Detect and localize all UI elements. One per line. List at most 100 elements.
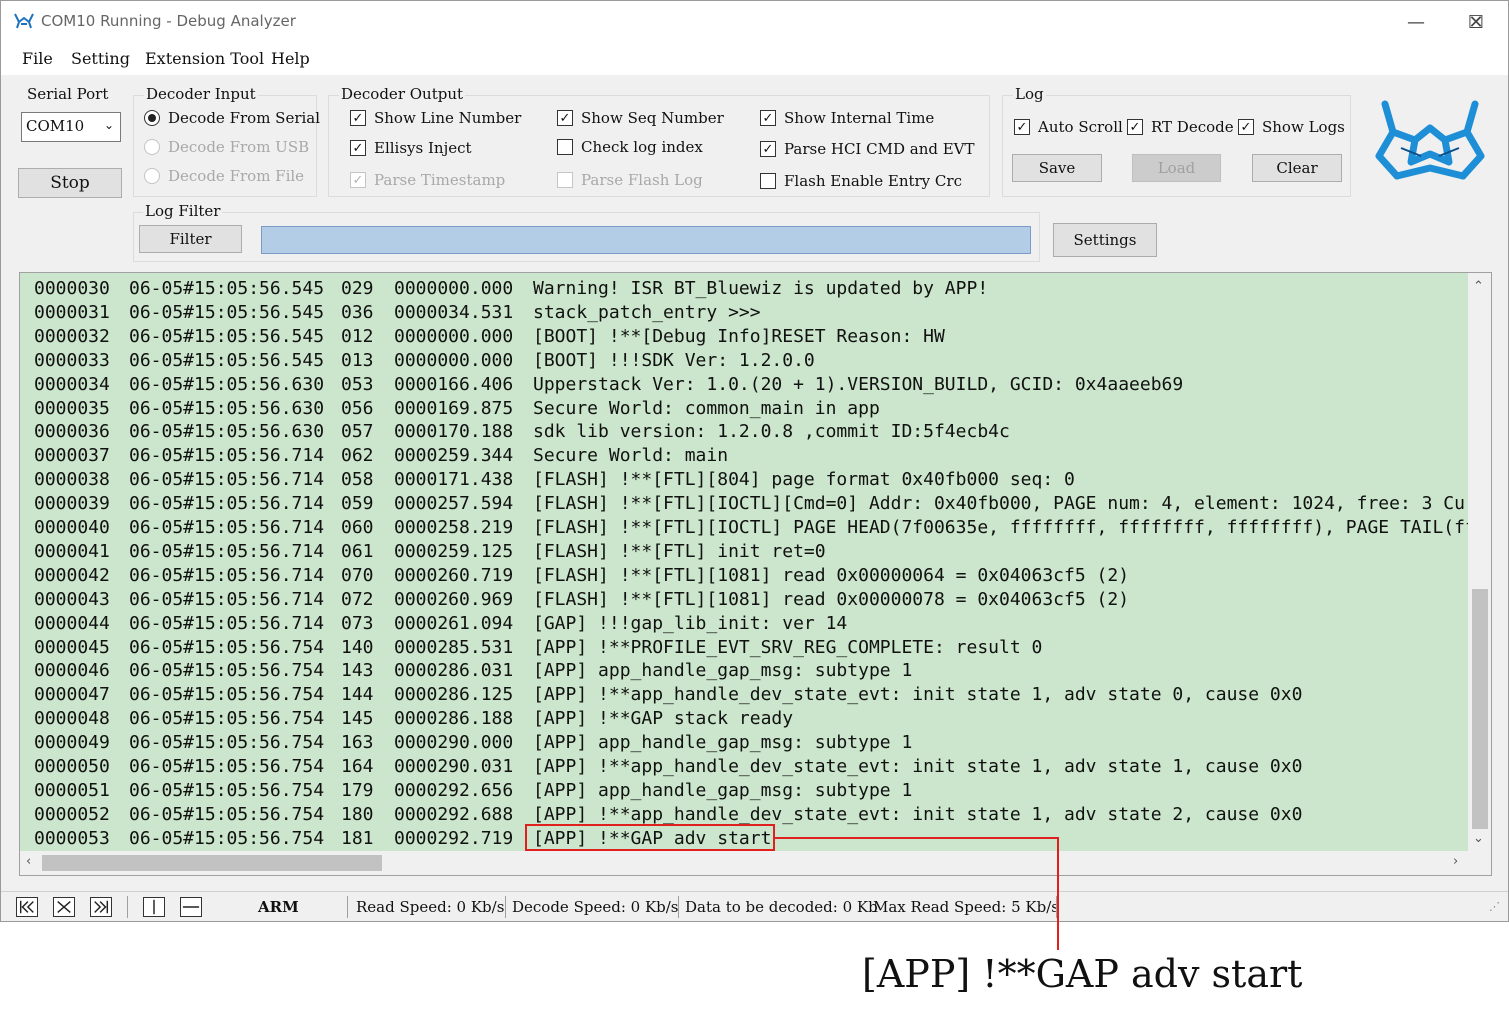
log-row[interactable]: 0000041 06-05#15:05:56.714 061 0000259.125 […: [20, 540, 1469, 564]
serial-port-value: COM10: [26, 117, 85, 135]
log-row[interactable]: 0000032 06-05#15:05:56.545 012 0000000.000 […: [20, 325, 1469, 349]
log-internal-time: 0000260.969: [394, 588, 514, 610]
checkbox-flash-enable-entry-crc[interactable]: Flash Enable Entry Crc: [760, 172, 962, 190]
decoder-output-title: Decoder Output: [339, 85, 466, 103]
radio-decode-from-file[interactable]: Decode From File: [144, 167, 304, 185]
log-line-number: 0000042: [34, 564, 110, 586]
split-vertical-icon[interactable]: [143, 897, 165, 917]
log-row[interactable]: 0000034 06-05#15:05:56.630 053 0000166.406 U…: [20, 373, 1469, 397]
last-page-icon[interactable]: [90, 897, 112, 917]
log-row[interactable]: 0000051 06-05#15:05:56.754 179 0000292.656 […: [20, 779, 1469, 803]
log-seq-number: 164: [341, 756, 374, 777]
log-internal-time: 0000261.094: [394, 612, 514, 634]
log-line-number: 0000050: [34, 756, 110, 777]
minimize-button[interactable]: —: [1386, 1, 1446, 43]
checkbox-rt-decode[interactable]: ✓ RT Decode: [1127, 118, 1234, 136]
highlight-box: [525, 824, 775, 851]
menu-extension-tool[interactable]: Extension Tool: [145, 49, 264, 68]
checkbox-auto-scroll[interactable]: ✓ Auto Scroll: [1014, 118, 1123, 136]
log-row[interactable]: 0000042 06-05#15:05:56.714 070 0000260.719 […: [20, 564, 1469, 588]
checkbox-ellisys-inject[interactable]: ✓ Ellisys Inject: [350, 139, 472, 157]
menu-help[interactable]: Help: [271, 49, 310, 68]
log-timestamp: 06-05#15:05:56.714: [129, 564, 325, 586]
log-row[interactable]: 0000031 06-05#15:05:56.545 036 0000034.531 s…: [20, 301, 1469, 325]
scroll-left-icon[interactable]: ‹: [26, 854, 31, 869]
checkbox-show-logs[interactable]: ✓ Show Logs: [1238, 118, 1345, 136]
close-button[interactable]: ✕: [1446, 1, 1506, 43]
scroll-up-icon[interactable]: ⌃: [1473, 279, 1484, 294]
log-row[interactable]: 0000050 06-05#15:05:56.754 164 0000290.031 […: [20, 755, 1469, 779]
resize-grip-icon[interactable]: ⋰: [1489, 900, 1500, 913]
log-internal-time: 0000292.688: [394, 803, 514, 825]
log-line-number: 0000044: [34, 612, 110, 634]
filter-input[interactable]: [261, 226, 1031, 254]
checkbox-label: RT Decode: [1151, 118, 1234, 136]
checkbox-show-internal-time[interactable]: ✓ Show Internal Time: [760, 109, 934, 127]
checkbox-check-log-index[interactable]: Check log index: [557, 138, 703, 156]
log-row[interactable]: 0000030 06-05#15:05:56.545 029 0000000.000 W…: [20, 277, 1469, 301]
log-line-number: 0000041: [34, 540, 110, 562]
log-message: [APP] !**app_handle_dev_state_evt: init …: [533, 756, 1303, 777]
serial-port-select[interactable]: COM10 ⌄: [21, 112, 121, 142]
split-horizontal-icon[interactable]: [180, 897, 202, 917]
log-row[interactable]: 0000048 06-05#15:05:56.754 145 0000286.188 […: [20, 707, 1469, 731]
scroll-down-icon[interactable]: ⌄: [1473, 831, 1484, 846]
horizontal-scroll-thumb[interactable]: [42, 855, 382, 871]
log-message: [FLASH] !**[FTL][IOCTL] PAGE HEAD(7f0063…: [533, 517, 1469, 538]
clear-view-icon[interactable]: [53, 897, 75, 917]
log-seq-number: 070: [341, 564, 374, 586]
log-line-number: 0000046: [34, 660, 110, 682]
log-row[interactable]: 0000040 06-05#15:05:56.714 060 0000258.219 […: [20, 516, 1469, 540]
checkbox-icon: ✓: [1014, 119, 1030, 135]
settings-button[interactable]: Settings: [1053, 223, 1157, 257]
log-row[interactable]: 0000039 06-05#15:05:56.714 059 0000257.594 […: [20, 492, 1469, 516]
log-row[interactable]: 0000035 06-05#15:05:56.630 056 0000169.875 S…: [20, 397, 1469, 421]
log-row[interactable]: 0000043 06-05#15:05:56.714 072 0000260.969 […: [20, 588, 1469, 612]
log-row[interactable]: 0000049 06-05#15:05:56.754 163 0000290.000 […: [20, 731, 1469, 755]
radio-decode-from-usb[interactable]: Decode From USB: [144, 138, 309, 156]
first-page-icon[interactable]: [16, 897, 38, 917]
log-row[interactable]: 0000045 06-05#15:05:56.754 140 0000285.531 […: [20, 636, 1469, 660]
log-seq-number: 059: [341, 493, 374, 515]
save-button[interactable]: Save: [1012, 154, 1102, 182]
log-line-number: 0000047: [34, 684, 110, 706]
checkbox-show-line-number[interactable]: ✓ Show Line Number: [350, 109, 521, 127]
clear-button[interactable]: Clear: [1252, 154, 1342, 182]
checkbox-parse-flash-log[interactable]: Parse Flash Log: [557, 171, 703, 189]
filter-button[interactable]: Filter: [139, 225, 242, 253]
log-seq-number: 062: [341, 445, 374, 467]
stop-button[interactable]: Stop: [18, 168, 122, 198]
load-button[interactable]: Load: [1132, 154, 1221, 182]
checkbox-icon: ✓: [760, 141, 776, 157]
log-line-number: 0000034: [34, 373, 110, 395]
radio-label: Decode From Serial: [168, 109, 321, 127]
log-seq-number: 140: [341, 636, 374, 658]
checkbox-parse-hci[interactable]: ✓ Parse HCI CMD and EVT: [760, 140, 975, 158]
log-row[interactable]: 0000047 06-05#15:05:56.754 144 0000286.125 […: [20, 683, 1469, 707]
log-message: [FLASH] !**[FTL][IOCTL][Cmd=0] Addr: 0x4…: [533, 493, 1469, 515]
checkbox-show-seq-number[interactable]: ✓ Show Seq Number: [557, 109, 724, 127]
vertical-scrollbar[interactable]: ⌃ ⌄: [1468, 273, 1491, 851]
status-separator: [127, 896, 128, 918]
log-timestamp: 06-05#15:05:56.545: [129, 325, 325, 347]
menu-file[interactable]: File: [22, 49, 53, 68]
log-group-title: Log: [1013, 85, 1046, 103]
log-timestamp: 06-05#15:05:56.754: [129, 779, 325, 801]
log-row[interactable]: 0000046 06-05#15:05:56.754 143 0000286.031 […: [20, 659, 1469, 683]
scroll-right-icon[interactable]: ›: [1453, 854, 1458, 869]
log-view[interactable]: 0000030 06-05#15:05:56.545 029 0000000.000 W…: [19, 272, 1492, 876]
log-row[interactable]: 0000036 06-05#15:05:56.630 057 0000170.188 s…: [20, 420, 1469, 444]
log-seq-number: 179: [341, 779, 374, 801]
log-seq-number: 053: [341, 373, 374, 395]
vertical-scroll-thumb[interactable]: [1472, 589, 1488, 829]
menu-setting[interactable]: Setting: [71, 49, 130, 68]
log-internal-time: 0000292.719: [394, 827, 514, 849]
radio-decode-from-serial[interactable]: Decode From Serial: [144, 109, 320, 127]
log-row[interactable]: 0000037 06-05#15:05:56.714 062 0000259.344 S…: [20, 444, 1469, 468]
log-row[interactable]: 0000044 06-05#15:05:56.714 073 0000261.094 […: [20, 612, 1469, 636]
app-icon: [14, 13, 34, 29]
checkbox-parse-timestamp[interactable]: ✓ Parse Timestamp: [350, 171, 505, 189]
horizontal-scrollbar[interactable]: ‹ ›: [20, 851, 1469, 875]
log-row[interactable]: 0000033 06-05#15:05:56.545 013 0000000.000 […: [20, 349, 1469, 373]
log-row[interactable]: 0000038 06-05#15:05:56.714 058 0000171.438 […: [20, 468, 1469, 492]
